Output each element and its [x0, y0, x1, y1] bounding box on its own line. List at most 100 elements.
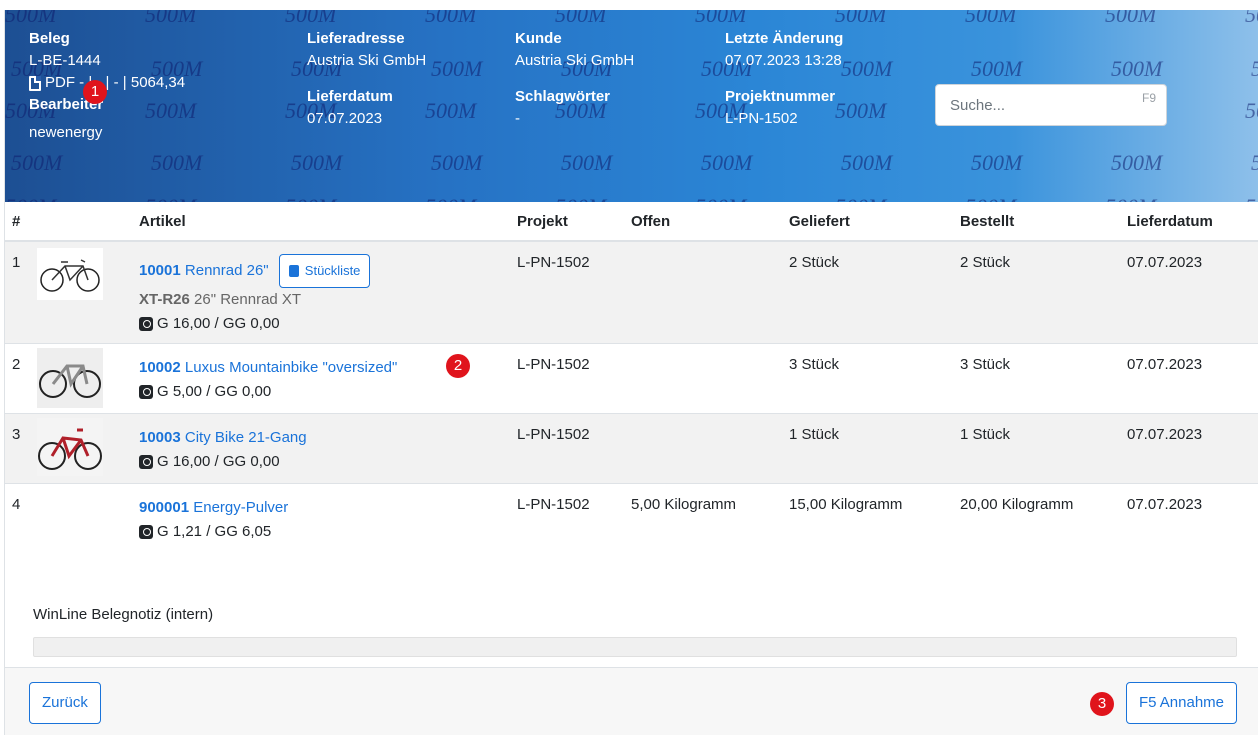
- watermark-text: 500M: [145, 10, 197, 27]
- watermark-text: 500M: [835, 10, 887, 27]
- stueckliste-button[interactable]: Stückliste: [278, 254, 371, 288]
- weight-info: G 16,00 / GG 0,00: [139, 312, 370, 336]
- row-number: 1: [12, 254, 21, 271]
- col-artikel: Artikel: [139, 213, 186, 230]
- watermark-text: 500M: [1245, 194, 1258, 202]
- projekt-value: L-PN-1502: [517, 356, 590, 373]
- watermark-text: 500M: [291, 150, 343, 175]
- artikel-cell: 10001 Rennrad 26" Stückliste XT-R26 26" …: [139, 254, 371, 336]
- table-row: 3 10003 City Bike 21-Gang G 16,00 / GG 0…: [5, 414, 1258, 484]
- lieferdatum-value: 07.07.2023: [307, 110, 383, 127]
- offen-value: 5,00 Kilogramm: [631, 496, 737, 513]
- weight-info: G 5,00 / GG 0,00: [139, 380, 397, 404]
- watermark-text: 500M: [1251, 150, 1258, 176]
- annotation-badge-3: 3: [1090, 692, 1114, 716]
- geliefert-value: 3 Stück: [789, 356, 840, 373]
- col-num: #: [12, 213, 21, 230]
- col-projekt: Projekt: [517, 213, 568, 230]
- lieferdatum-value: 07.07.2023: [1127, 426, 1203, 443]
- table-row: 2 10002 Luxus Mountainbike "oversized" G…: [5, 344, 1258, 414]
- bike-thumbnail: [37, 418, 103, 476]
- search-box: F9: [935, 84, 1167, 126]
- table-row: 4 900001 Energy-Pulver G 1,21 / GG 6,05 …: [5, 484, 1258, 554]
- bearbeiter-label: Bearbeiter: [29, 96, 104, 113]
- artikel-cell: 900001 Energy-Pulver G 1,21 / GG 6,05: [139, 496, 288, 544]
- weight-info: G 16,00 / GG 0,00: [139, 450, 307, 474]
- projektnummer-value: L-PN-1502: [725, 110, 798, 127]
- watermark-text: 500M: [431, 150, 483, 175]
- watermark-text: 500M: [841, 150, 893, 175]
- letzte-aenderung-label: Letzte Änderung: [725, 30, 844, 47]
- lieferadresse-label: Lieferadresse: [307, 30, 405, 47]
- row-number: 4: [12, 496, 21, 513]
- schlagwoerter-label: Schlagwörter: [515, 88, 611, 105]
- artikel-link[interactable]: 10003 City Bike 21-Gang: [139, 429, 307, 446]
- watermark-text: 500M: [425, 98, 477, 123]
- watermark-text: 500M: [1105, 10, 1157, 27]
- search-input[interactable]: [936, 85, 1116, 125]
- watermark-text: 500M: [965, 10, 1017, 27]
- watermark-text: 500M: [1245, 10, 1258, 27]
- table-header: # Artikel Projekt Offen Geliefert Bestel…: [5, 202, 1258, 242]
- kunde-value: Austria Ski GmbH: [515, 52, 635, 69]
- notiz-label: WinLine Belegnotiz (intern): [33, 606, 214, 623]
- watermark-text: 500M: [1111, 150, 1163, 175]
- bestellt-value: 3 Stück: [960, 356, 1011, 373]
- watermark-text: 500M: [965, 194, 1016, 202]
- artikel-link[interactable]: 10002 Luxus Mountainbike "oversized": [139, 359, 397, 376]
- pdf-line-text: PDF - | - | - | 5064,34: [45, 74, 186, 91]
- schlagwoerter-value: -: [515, 110, 520, 127]
- positions-table: # Artikel Projekt Offen Geliefert Bestel…: [5, 202, 1258, 554]
- beleg-value: L-BE-1444: [29, 52, 101, 69]
- watermark-text: 500M: [561, 150, 613, 175]
- annotation-badge-2: 2: [446, 354, 470, 378]
- bike-thumbnail: [37, 348, 103, 408]
- projekt-value: L-PN-1502: [517, 426, 590, 443]
- weight-info: G 1,21 / GG 6,05: [139, 520, 288, 544]
- watermark-text: 500M: [701, 150, 753, 175]
- col-bestellt: Bestellt: [960, 213, 1015, 230]
- bike-thumbnail: [37, 248, 103, 300]
- weight-scale-icon: [139, 385, 153, 399]
- kunde-block: Kunde Austria Ski GmbH Schlagwörter -: [515, 28, 634, 130]
- artikel-link[interactable]: 900001 Energy-Pulver: [139, 499, 288, 516]
- watermark-text: 500M: [1245, 98, 1258, 123]
- watermark-text: 500M: [285, 10, 337, 27]
- artikel-cell: 10003 City Bike 21-Gang G 16,00 / GG 0,0…: [139, 426, 307, 474]
- projekt-value: L-PN-1502: [517, 254, 590, 271]
- watermark-text: 500M: [555, 10, 607, 27]
- geliefert-value: 15,00 Kilogramm: [789, 496, 903, 513]
- accept-button[interactable]: F5 Annahme: [1125, 682, 1237, 724]
- pdf-link[interactable]: PDF - | - | - | 5064,34: [29, 72, 185, 94]
- col-offen: Offen: [631, 213, 671, 230]
- watermark-text: 500M: [841, 56, 893, 81]
- watermark-text: 500M: [285, 194, 336, 202]
- watermark-text: 500M: [555, 194, 606, 202]
- bestellt-value: 1 Stück: [960, 426, 1011, 443]
- artikel-link[interactable]: 10001 Rennrad 26": [139, 262, 269, 279]
- pdf-file-icon: [29, 75, 41, 91]
- watermark-text: 500M: [151, 150, 203, 175]
- lieferdatum-label: Lieferdatum: [307, 88, 393, 105]
- lieferadresse-block: Lieferadresse Austria Ski GmbH Lieferdat…: [307, 28, 426, 130]
- watermark-text: 500M: [145, 194, 196, 202]
- weight-scale-icon: [139, 317, 153, 331]
- beleg-label: Beleg: [29, 30, 70, 47]
- lieferdatum-value: 07.07.2023: [1127, 496, 1203, 513]
- watermark-text: 500M: [11, 150, 63, 175]
- letzte-aenderung-value: 07.07.2023 13:28: [725, 52, 842, 69]
- row-number: 3: [12, 426, 21, 443]
- notiz-field[interactable]: [33, 637, 1237, 657]
- artikel-variant: XT-R26 26" Rennrad XT: [139, 291, 302, 308]
- back-button[interactable]: Zurück: [29, 682, 101, 724]
- row-number: 2: [12, 356, 21, 373]
- weight-scale-icon: [139, 525, 153, 539]
- aenderung-block: Letzte Änderung 07.07.2023 13:28 Projekt…: [725, 28, 843, 130]
- watermark-text: 500M: [5, 194, 56, 202]
- lieferadresse-value: Austria Ski GmbH: [307, 52, 427, 69]
- watermark-text: 500M: [1111, 56, 1163, 81]
- table-row: 1 10001 Rennrad 26" Stückliste XT-R26 26…: [5, 242, 1258, 344]
- lieferdatum-value: 07.07.2023: [1127, 254, 1203, 271]
- annotation-badge-1: 1: [83, 80, 107, 104]
- geliefert-value: 2 Stück: [789, 254, 840, 271]
